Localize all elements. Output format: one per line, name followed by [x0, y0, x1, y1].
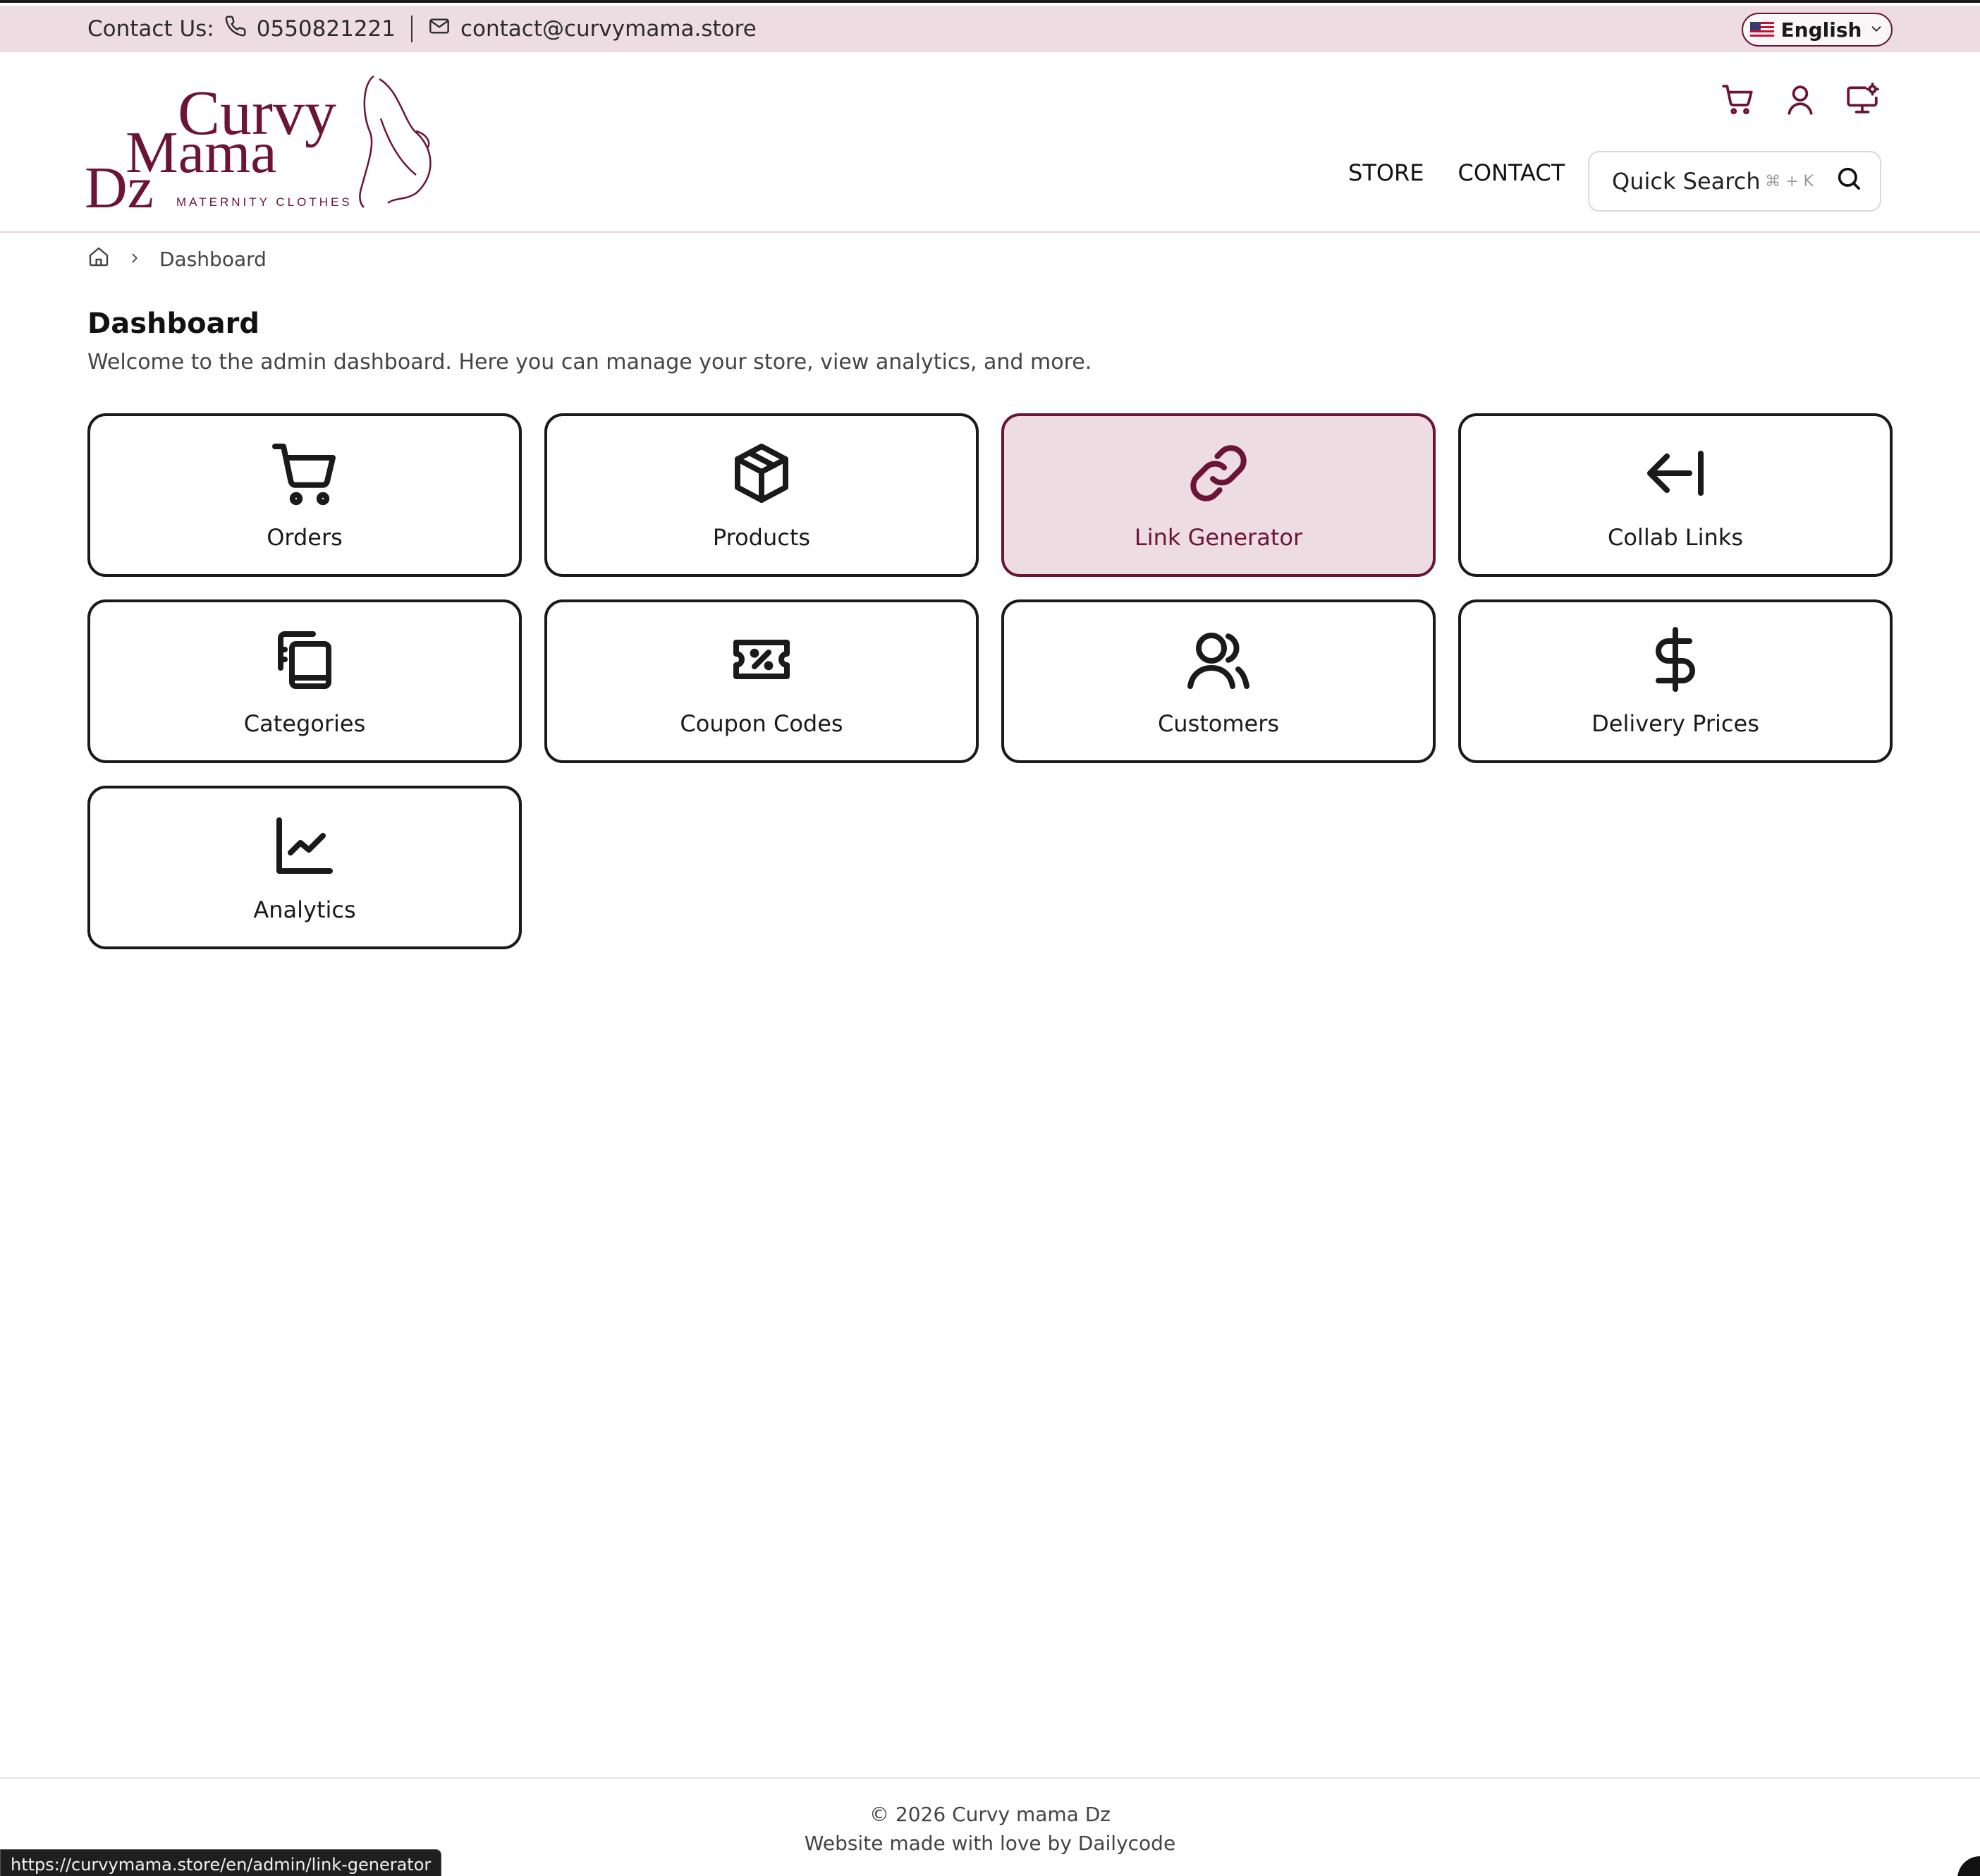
card-label: Orders: [267, 524, 343, 551]
arrow-left-bar-icon: [1642, 439, 1709, 510]
box-icon: [728, 439, 795, 510]
page-subtitle: Welcome to the admin dashboard. Here you…: [87, 350, 1092, 374]
phone-link[interactable]: 0550821221: [257, 16, 396, 42]
dollar-icon: [1642, 626, 1709, 696]
chevron-down-icon: [1869, 18, 1884, 42]
link-icon: [1185, 439, 1252, 510]
card-label: Delivery Prices: [1591, 710, 1759, 737]
card-customers[interactable]: Customers: [1001, 599, 1436, 763]
breadcrumb: Dashboard: [87, 245, 267, 273]
language-selector[interactable]: English: [1742, 13, 1893, 47]
language-label: English: [1780, 18, 1862, 42]
nav-contact[interactable]: CONTACT: [1458, 159, 1565, 186]
nav-store[interactable]: STORE: [1348, 159, 1424, 186]
main-nav: STORE CONTACT: [1348, 159, 1565, 186]
card-collab-links[interactable]: Collab Links: [1458, 413, 1893, 577]
email-link[interactable]: contact@curvymama.store: [460, 16, 757, 42]
card-orders[interactable]: Orders: [87, 413, 522, 577]
mail-icon: [428, 15, 451, 43]
search-shortcut: ⌘ + K: [1765, 172, 1814, 190]
silhouette-icon: [359, 75, 432, 208]
users-icon: [1185, 626, 1252, 696]
card-label: Analytics: [253, 896, 356, 923]
header-actions: [1721, 82, 1880, 117]
card-products[interactable]: Products: [544, 413, 979, 577]
contact-label: Contact Us:: [87, 16, 214, 42]
brand-logo[interactable]: Curvy Mama Dz MATERNITY CLOTHES: [85, 69, 451, 210]
home-icon[interactable]: [87, 245, 110, 273]
quick-search[interactable]: Quick Search ⌘ + K: [1588, 151, 1881, 212]
phone-icon: [224, 15, 247, 43]
chevron-right-icon: [127, 248, 142, 271]
contact-info: Contact Us: 0550821221 contact@curvymama…: [87, 6, 757, 52]
line-chart-icon: [271, 812, 338, 882]
card-label: Coupon Codes: [680, 710, 843, 737]
card-label: Collab Links: [1608, 524, 1743, 551]
card-label: Link Generator: [1134, 524, 1303, 551]
breadcrumb-current: Dashboard: [159, 248, 267, 271]
cart-icon: [271, 439, 338, 510]
cart-icon[interactable]: [1721, 82, 1756, 117]
dashboard-grid: Orders Products Link Generator Collab Li…: [87, 413, 1893, 949]
page-title: Dashboard: [87, 307, 259, 340]
contact-bar: Contact Us: 0550821221 contact@curvymama…: [0, 6, 1980, 52]
copy-book-icon: [271, 626, 338, 696]
admin-monitor-icon[interactable]: [1845, 82, 1880, 117]
ticket-percent-icon: [728, 626, 795, 696]
card-label: Products: [712, 524, 811, 551]
contact-divider: [410, 16, 412, 42]
search-placeholder: Quick Search: [1612, 168, 1761, 195]
card-categories[interactable]: Categories: [87, 599, 522, 763]
us-flag-icon: [1749, 22, 1774, 37]
logo-text-dz: Dz: [85, 155, 154, 210]
card-delivery-prices[interactable]: Delivery Prices: [1458, 599, 1893, 763]
search-icon: [1835, 164, 1863, 198]
site-header: Curvy Mama Dz MATERNITY CLOTHES STORE CO…: [0, 52, 1980, 233]
card-label: Categories: [243, 710, 366, 737]
footer-copyright: © 2026 Curvy mama Dz: [869, 1803, 1111, 1826]
user-icon[interactable]: [1783, 82, 1818, 117]
status-bar-url: https://curvymama.store/en/admin/link-ge…: [0, 1849, 442, 1876]
card-coupon-codes[interactable]: Coupon Codes: [544, 599, 979, 763]
card-label: Customers: [1157, 710, 1280, 737]
card-analytics[interactable]: Analytics: [87, 786, 522, 949]
card-link-generator[interactable]: Link Generator: [1001, 413, 1436, 577]
logo-tagline: MATERNITY CLOTHES: [176, 195, 353, 209]
